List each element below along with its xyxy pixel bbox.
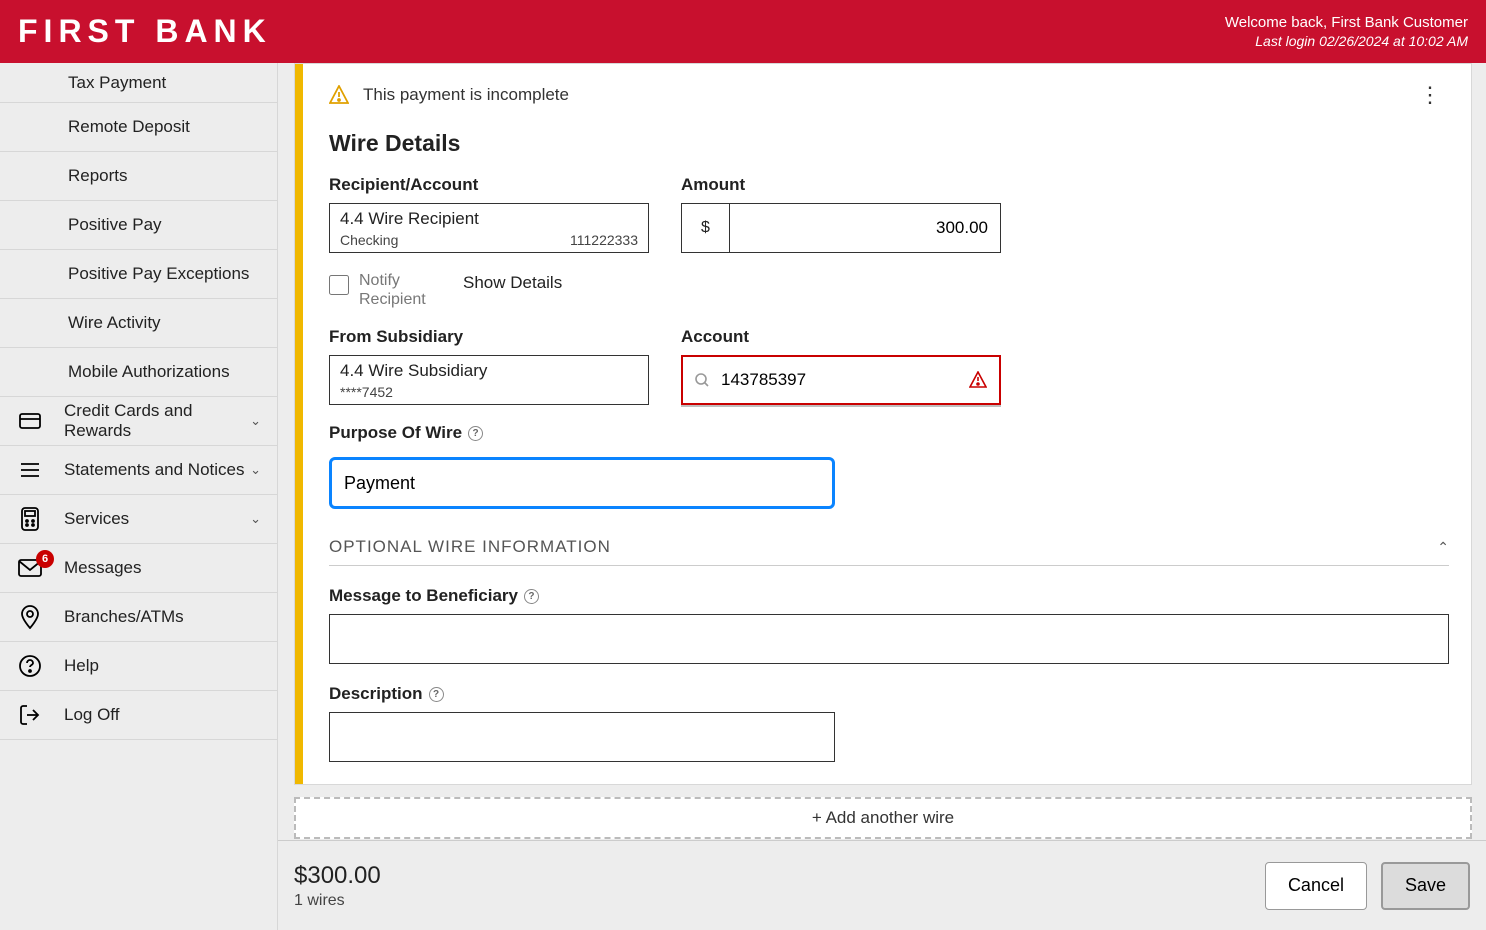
wire-details-card: This payment is incomplete ⋮ Wire Detail… [294,63,1472,785]
nav-label: Branches/ATMs [64,607,184,627]
section-title: Wire Details [329,130,1449,157]
logoff-icon [16,704,44,726]
nav-statements[interactable]: Statements and Notices ⌄ [0,446,277,495]
nav-positive-pay[interactable]: Positive Pay [0,201,277,250]
currency-prefix: $ [682,204,730,252]
description-input[interactable] [329,712,835,762]
nav-label: Tax Payment [68,73,166,93]
optional-info-toggle[interactable]: OPTIONAL WIRE INFORMATION ⌃ [329,537,1449,566]
nav-wire-activity[interactable]: Wire Activity [0,299,277,348]
purpose-label: Purpose Of Wire ? [329,423,1449,443]
from-subsidiary-select[interactable]: 4.4 Wire Subsidiary ****7452 [329,355,649,405]
more-menu-button[interactable]: ⋮ [1411,78,1449,112]
pin-icon [16,605,44,629]
amount-label: Amount [681,175,1001,195]
nav-mobile-authorizations[interactable]: Mobile Authorizations [0,348,277,397]
chevron-down-icon: ⌄ [250,511,261,527]
search-icon [695,373,709,387]
nav-label: Positive Pay [68,215,162,235]
recipient-acct-number: 111222333 [570,232,638,248]
nav-label: Credit Cards and Rewards [64,401,250,441]
amount-input[interactable] [730,204,1000,252]
nav-logoff[interactable]: Log Off [0,691,277,740]
welcome-text: Welcome back, First Bank Customer [1225,13,1468,33]
purpose-input[interactable] [329,457,835,509]
incomplete-text: This payment is incomplete [363,85,569,105]
nav-services[interactable]: Services ⌄ [0,495,277,544]
card-accent [295,64,303,784]
nav-label: Messages [64,558,141,578]
header-user-info: Welcome back, First Bank Customer Last l… [1225,13,1468,51]
chevron-up-icon: ⌃ [1437,539,1449,556]
recipient-label: Recipient/Account [329,175,649,195]
nav-help[interactable]: Help [0,642,277,691]
nav-remote-deposit[interactable]: Remote Deposit [0,103,277,152]
nav-label: Mobile Authorizations [68,362,230,382]
optional-info-label: OPTIONAL WIRE INFORMATION [329,537,611,557]
account-label: Account [681,327,1001,347]
message-label: Message to Beneficiary ? [329,586,1449,606]
account-warning-icon [969,371,987,389]
show-details-link[interactable]: Show Details [463,271,562,293]
recipient-select[interactable]: 4.4 Wire Recipient Checking 111222333 [329,203,649,253]
nav-label: Services [64,509,129,529]
cancel-button[interactable]: Cancel [1265,862,1367,910]
from-sub-name: 4.4 Wire Subsidiary [340,361,638,381]
nav-credit-cards[interactable]: Credit Cards and Rewards ⌄ [0,397,277,446]
account-input[interactable] [721,370,957,390]
nav-reports[interactable]: Reports [0,152,277,201]
brand-logo: FIRST BANK [18,13,272,50]
chevron-down-icon: ⌄ [250,462,261,478]
help-icon[interactable]: ? [429,687,444,702]
nav-tax-payment[interactable]: Tax Payment [0,63,277,103]
help-icon[interactable]: ? [468,426,483,441]
save-button[interactable]: Save [1381,862,1470,910]
nav-messages[interactable]: 6 Messages [0,544,277,593]
footer-total: $300.00 [294,860,1251,891]
calculator-icon [16,507,44,531]
nav-branches[interactable]: Branches/ATMs [0,593,277,642]
page-footer: $300.00 1 wires Cancel Save [278,840,1486,930]
description-label: Description ? [329,684,1449,704]
nav-label: Log Off [64,705,119,725]
footer-wire-count: 1 wires [294,891,1251,912]
warning-icon [329,85,349,105]
notify-recipient-label: Notify Recipient [359,271,439,309]
help-icon [16,655,44,677]
nav-label: Wire Activity [68,313,161,333]
last-login-text: Last login 02/26/2024 at 10:02 AM [1225,32,1468,50]
add-another-wire-button[interactable]: + Add another wire [294,797,1472,839]
list-icon [16,461,44,479]
amount-input-group: $ [681,203,1001,253]
chevron-down-icon: ⌄ [250,413,261,429]
recipient-name: 4.4 Wire Recipient [340,209,638,229]
nav-label: Positive Pay Exceptions [68,264,249,284]
messages-badge: 6 [36,550,54,568]
nav-label: Remote Deposit [68,117,190,137]
sidebar-nav: Tax Payment Remote Deposit Reports Posit… [0,63,278,930]
from-sub-acct: ****7452 [340,384,393,400]
from-subsidiary-label: From Subsidiary [329,327,649,347]
card-icon [16,412,44,430]
notify-recipient-checkbox[interactable] [329,275,349,295]
nav-label: Statements and Notices [64,460,244,480]
recipient-acct-type: Checking [340,232,398,248]
nav-label: Help [64,656,99,676]
nav-label: Reports [68,166,128,186]
app-header: FIRST BANK Welcome back, First Bank Cust… [0,0,1486,63]
nav-positive-pay-exceptions[interactable]: Positive Pay Exceptions [0,250,277,299]
message-to-beneficiary-input[interactable] [329,614,1449,664]
help-icon[interactable]: ? [524,589,539,604]
account-search-box[interactable] [681,355,1001,405]
